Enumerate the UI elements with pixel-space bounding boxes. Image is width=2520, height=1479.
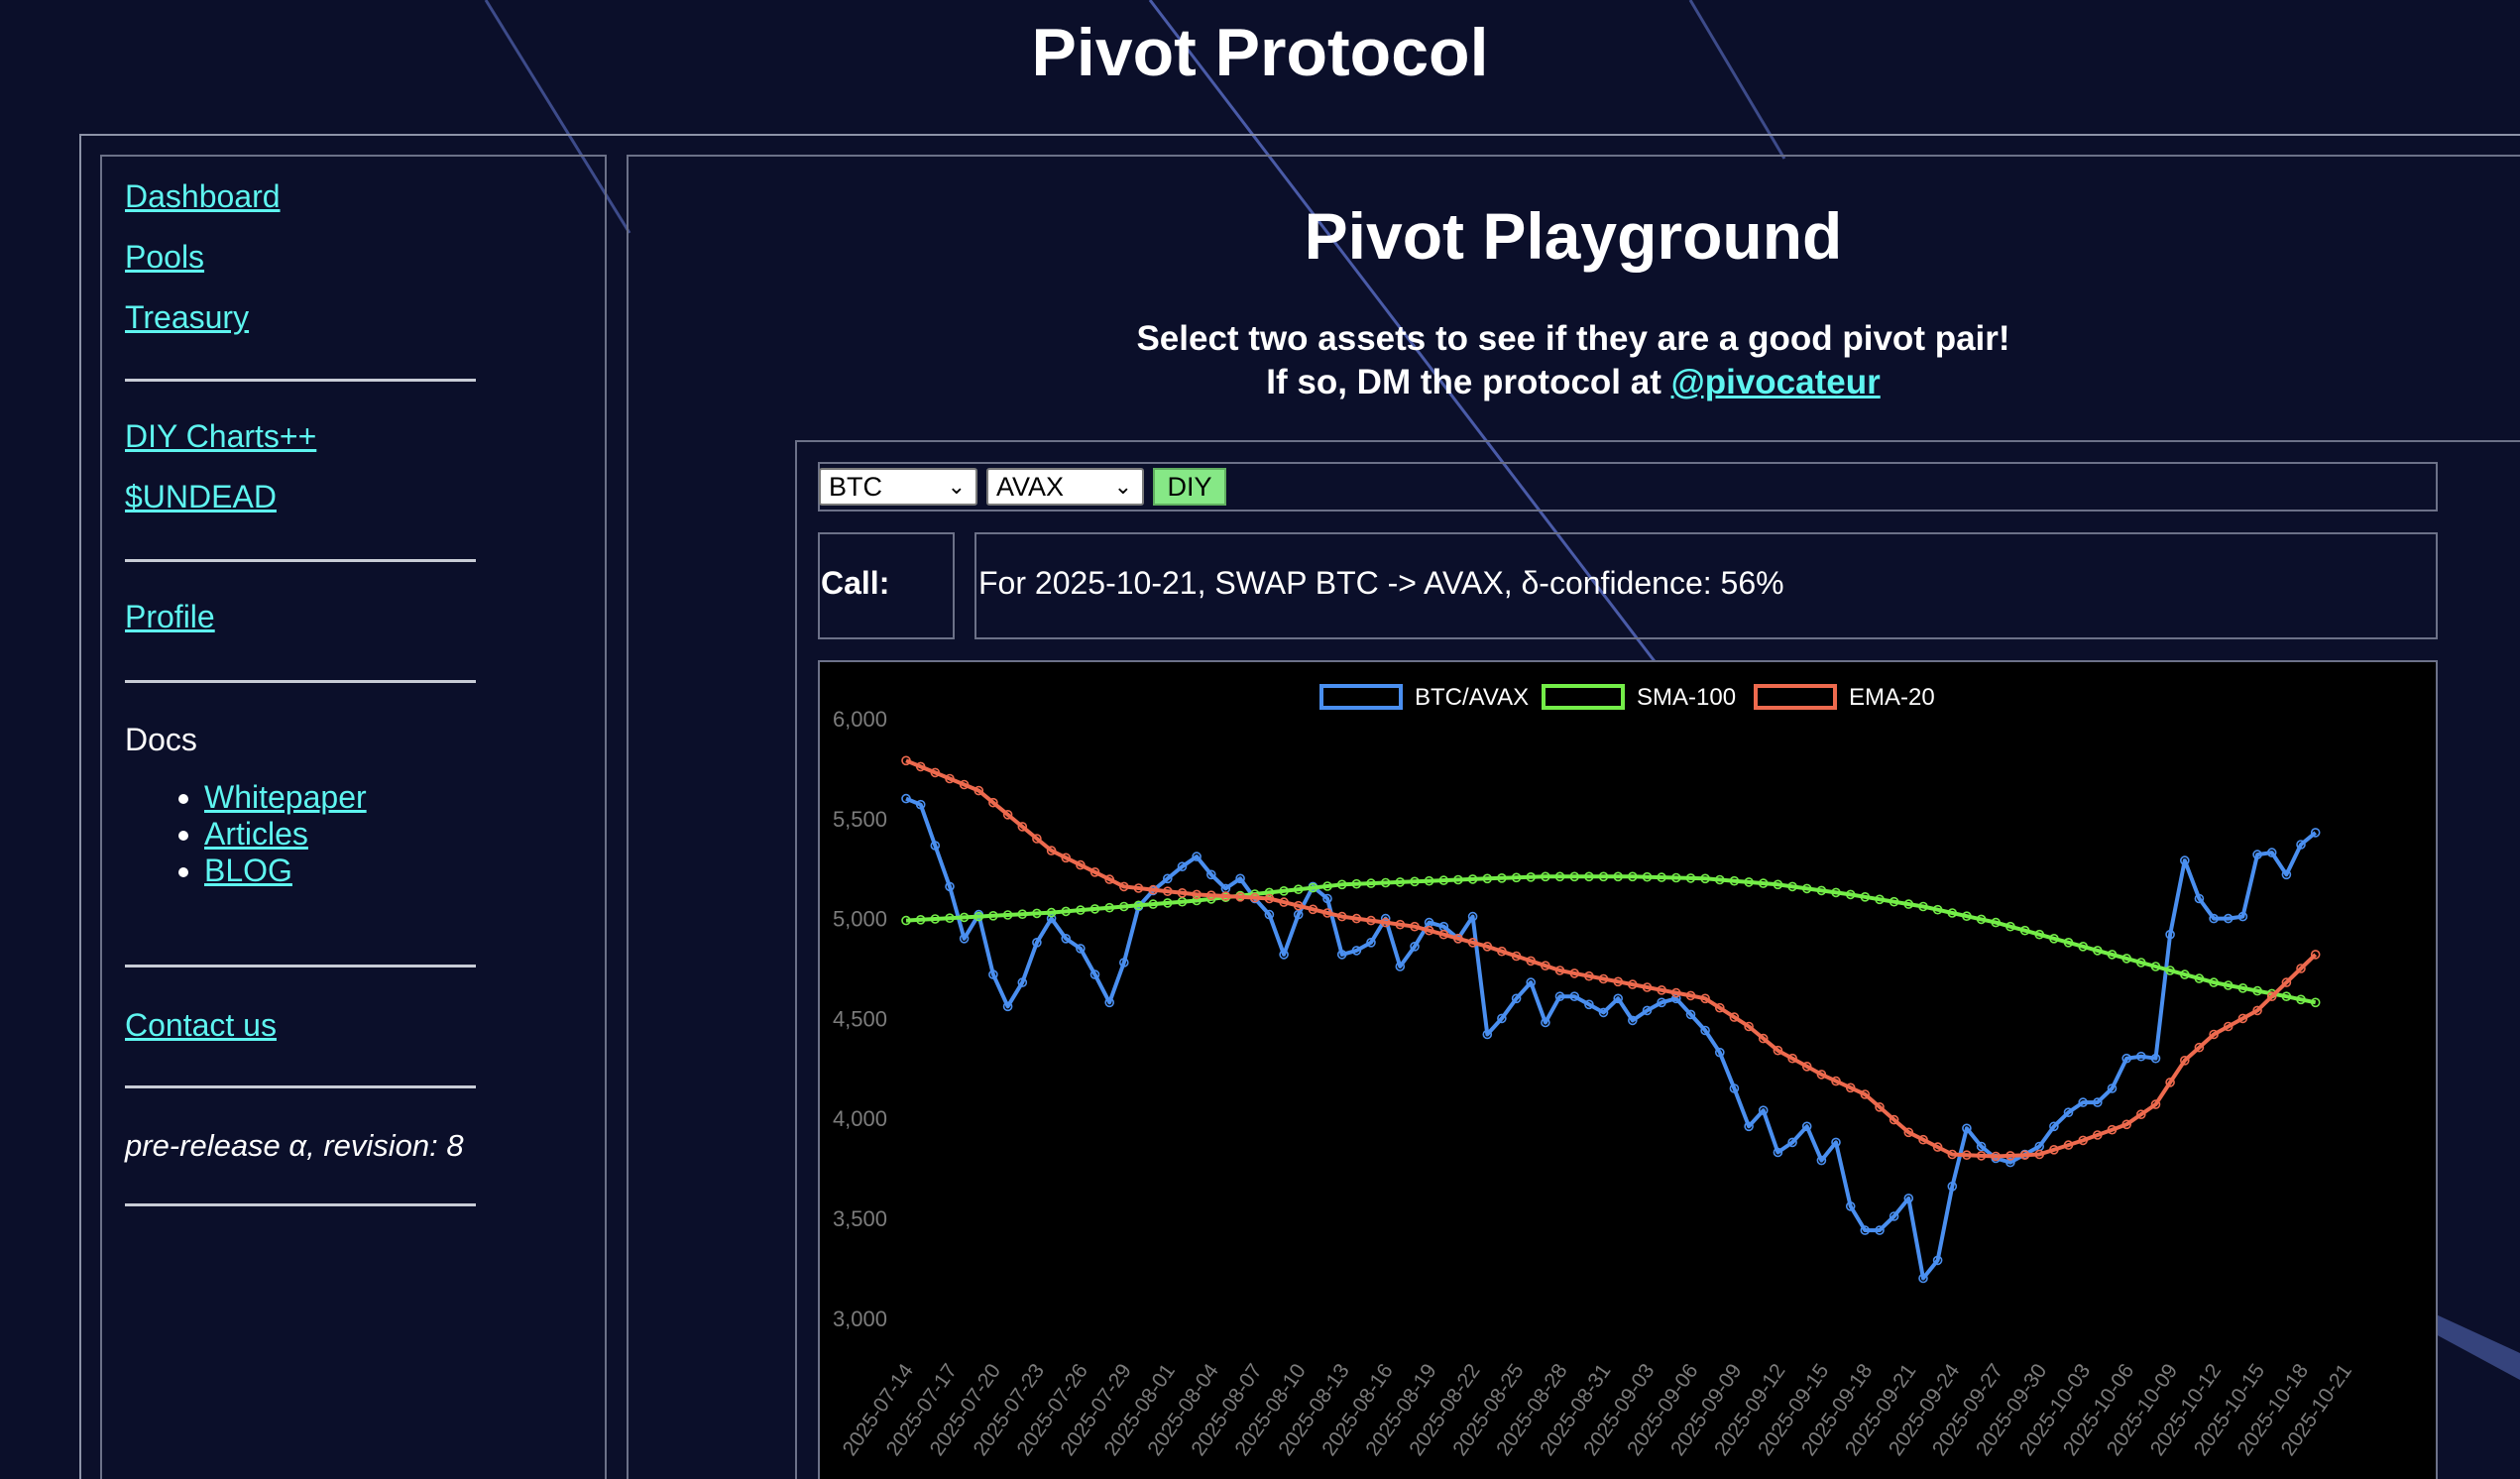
sidebar bbox=[100, 155, 607, 1479]
main-panel bbox=[627, 155, 2520, 1479]
site-title: Pivot Protocol bbox=[1031, 15, 1489, 90]
